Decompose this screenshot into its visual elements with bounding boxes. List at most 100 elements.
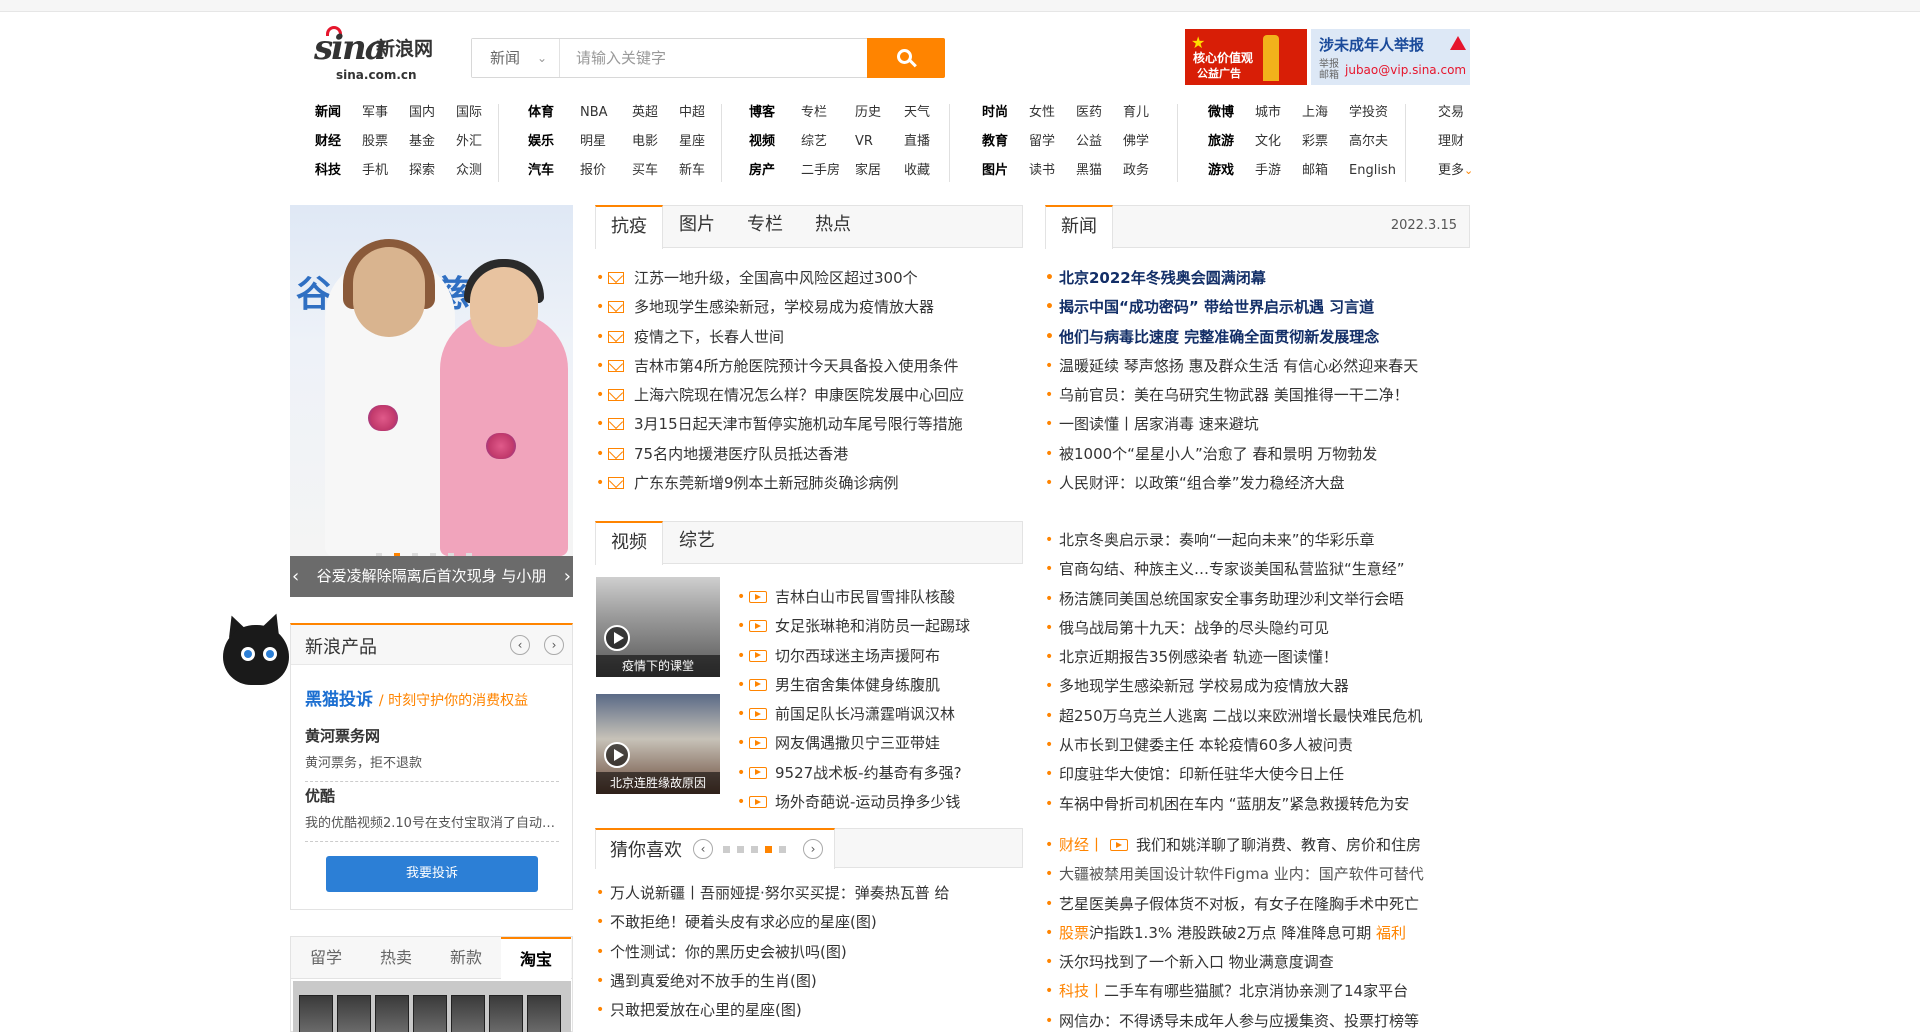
nav-link[interactable]: 上海	[1302, 98, 1349, 127]
nav-link[interactable]: 英超	[632, 98, 679, 127]
chevron-left-icon[interactable]: ‹	[510, 635, 530, 655]
nav-link[interactable]: 明星	[580, 127, 632, 156]
list-item[interactable]: 印度驻华大使馆：印新任驻华大使今日上任	[1045, 760, 1470, 789]
tab-variety[interactable]: 综艺	[663, 521, 731, 564]
nav-link[interactable]: 国内	[409, 98, 456, 127]
nav-link[interactable]: 汽车	[528, 156, 580, 185]
list-item[interactable]: 一图读懂丨居家消毒 速来避坑	[1045, 410, 1470, 439]
list-item[interactable]: 场外奇葩说-运动员挣多少钱	[737, 788, 1027, 817]
nav-link[interactable]: 游戏	[1208, 156, 1255, 185]
tab-news[interactable]: 新闻	[1045, 205, 1113, 249]
nav-link[interactable]: 专栏	[801, 98, 855, 127]
nav-link[interactable]: 教育	[982, 127, 1029, 156]
nav-more-link[interactable]: 更多	[1438, 156, 1464, 185]
list-item[interactable]: 75名内地援港医疗队员抵达香港	[596, 440, 1024, 469]
list-item[interactable]: 北京近期报告35例感染者 轨迹一图读懂！	[1045, 643, 1470, 672]
list-item[interactable]: 疫情之下，长春人世间	[596, 323, 1024, 352]
list-item[interactable]: 遇到真爱绝对不放手的生肖(图)	[596, 967, 1024, 996]
list-item[interactable]: 网信办：不得诱导未成年人参与应援集资、投票打榜等	[1045, 1007, 1470, 1032]
nav-link[interactable]: 探索	[409, 156, 456, 185]
complaint-item[interactable]: 黄河票务网 黄河票务，拒不退款	[305, 725, 559, 782]
list-item[interactable]: 被1000个“星星小人”治愈了 春和景明 万物勃发	[1045, 440, 1470, 469]
nav-link[interactable]: 交易	[1438, 98, 1464, 127]
list-item[interactable]: 万人说新疆丨吾丽娅提·努尔买买提：弹奏热瓦普 给	[596, 879, 1024, 908]
nav-link[interactable]: 留学	[1029, 127, 1076, 156]
complain-brand[interactable]: 黑猫投诉 / 时刻守护你的消费权益	[305, 685, 528, 710]
nav-link[interactable]: 政务	[1123, 156, 1149, 185]
nav-link[interactable]: 女性	[1029, 98, 1076, 127]
slider-caption[interactable]: ‹ 谷爱凌解除隔离后首次现身 与小朋 ›	[290, 556, 573, 597]
nav-link[interactable]: 股票	[362, 127, 409, 156]
list-item[interactable]: 男生宿舍集体健身练腹肌	[737, 671, 1027, 700]
complaint-item[interactable]: 优酷 我的优酷视频2.10号在支付宝取消了自动续费	[305, 785, 559, 842]
nav-link[interactable]: 理财	[1438, 127, 1464, 156]
nav-link[interactable]: 新车	[679, 156, 705, 185]
nav-link[interactable]: 育儿	[1123, 98, 1149, 127]
list-item[interactable]: 乌前官员：美在乌研究生物武器 美国推得一干二净！	[1045, 381, 1470, 410]
nav-link[interactable]: 天气	[904, 98, 930, 127]
tab-study-abroad[interactable]: 留学	[291, 937, 361, 979]
page-dot[interactable]	[779, 846, 786, 853]
nav-link[interactable]: 基金	[409, 127, 456, 156]
list-item[interactable]: 不敢拒绝！硬着头皮有求必应的星座(图)	[596, 908, 1024, 937]
search-category-select[interactable]: 新闻 ⌄	[472, 39, 560, 77]
list-item[interactable]: 艺星医美鼻子假体货不对板，有女子在隆胸手术中死亡	[1045, 890, 1470, 919]
list-item[interactable]: 网友偶遇撒贝宁三亚带娃	[737, 729, 1027, 758]
chevron-right-icon[interactable]: ›	[544, 635, 564, 655]
nav-link[interactable]: 科技	[315, 156, 362, 185]
category-tag[interactable]: 股票	[1059, 924, 1089, 942]
core-values-ad[interactable]: ★ 核心价值观 公益广告	[1185, 29, 1307, 85]
nav-link[interactable]: 文化	[1255, 127, 1302, 156]
nav-link[interactable]: 外汇	[456, 127, 482, 156]
nav-link[interactable]: 彩票	[1302, 127, 1349, 156]
list-item[interactable]: 吉林市第4所方舱医院预计今天具备投入使用条件	[596, 352, 1024, 381]
nav-link[interactable]: VR	[855, 127, 904, 156]
tab-hot-sale[interactable]: 热卖	[361, 937, 431, 979]
list-item[interactable]: 3月15日起天津市暂停实施机动车尾号限行等措施	[596, 410, 1024, 439]
category-tag[interactable]: 财经丨	[1059, 836, 1104, 854]
list-item[interactable]: 杨洁篪同美国总统国家安全事务助理沙利文举行会晤	[1045, 585, 1470, 614]
nav-link[interactable]: 收藏	[904, 156, 930, 185]
nav-link[interactable]: 体育	[528, 98, 580, 127]
list-item[interactable]: 超250万乌克兰人逃离 二战以来欧洲增长最快难民危机	[1045, 702, 1470, 731]
nav-link[interactable]: 中超	[679, 98, 705, 127]
headline-item[interactable]: 揭示中国“成功密码” 带给世界启示机遇 习言道	[1045, 293, 1470, 322]
nav-link[interactable]: 众测	[456, 156, 482, 185]
list-item[interactable]: 财经丨我们和姚洋聊了聊消费、教育、房价和住房	[1045, 831, 1470, 860]
minor-report-ad[interactable]: 涉未成年人举报 举报邮箱 jubao@vip.sina.com	[1311, 29, 1470, 85]
tab-columns[interactable]: 专栏	[731, 205, 799, 248]
nav-link[interactable]: 历史	[855, 98, 904, 127]
nav-link[interactable]: 二手房	[801, 156, 855, 185]
nav-link[interactable]: 军事	[362, 98, 409, 127]
nav-link[interactable]: 新闻	[315, 98, 362, 127]
nav-link[interactable]: 手游	[1255, 156, 1302, 185]
list-item[interactable]: 多地现学生感染新冠，学校易成为疫情放大器	[596, 293, 1024, 322]
nav-link[interactable]: 时尚	[982, 98, 1029, 127]
list-item[interactable]: 沃尔玛找到了一个新入口 物业满意度调查	[1045, 948, 1470, 977]
category-tag[interactable]: 科技丨	[1059, 982, 1104, 1000]
list-item[interactable]: 官商勾结、种族主义…专家谈美国私营监狱“生意经”	[1045, 555, 1470, 584]
list-item[interactable]: 人民财评：以政策“组合拳”发力稳经济大盘	[1045, 469, 1470, 498]
nav-link[interactable]: 佛学	[1123, 127, 1149, 156]
nav-link[interactable]: 旅游	[1208, 127, 1255, 156]
chevron-left-icon[interactable]: ‹	[292, 556, 299, 597]
nav-link[interactable]: 直播	[904, 127, 930, 156]
nav-link[interactable]: 家居	[855, 156, 904, 185]
headline-item[interactable]: 他们与病毒比速度 完整准确全面贯彻新发展理念	[1045, 323, 1470, 352]
list-item[interactable]: 车祸中骨折司机困在车内 “蓝朋友”紧急救援转危为安	[1045, 790, 1470, 819]
welfare-tag[interactable]: 福利	[1376, 924, 1406, 942]
search-input[interactable]	[560, 39, 866, 77]
headline-item[interactable]: 北京2022年冬残奥会圆满闭幕	[1045, 264, 1470, 293]
chevron-right-icon[interactable]: ›	[803, 839, 823, 859]
tab-hot[interactable]: 热点	[799, 205, 867, 248]
nav-link[interactable]: 医药	[1076, 98, 1123, 127]
list-item[interactable]: 江苏一地升级，全国高中风险区超过300个	[596, 264, 1024, 293]
sina-logo[interactable]: sina 新浪网 sina.com.cn	[314, 26, 446, 84]
tab-video[interactable]: 视频	[595, 521, 663, 565]
chevron-right-icon[interactable]: ›	[564, 556, 571, 597]
nav-link[interactable]: 读书	[1029, 156, 1076, 185]
nav-link[interactable]: 手机	[362, 156, 409, 185]
product-image[interactable]	[293, 981, 571, 1032]
nav-link[interactable]: 邮箱	[1302, 156, 1349, 185]
nav-link[interactable]: 视频	[749, 127, 801, 156]
